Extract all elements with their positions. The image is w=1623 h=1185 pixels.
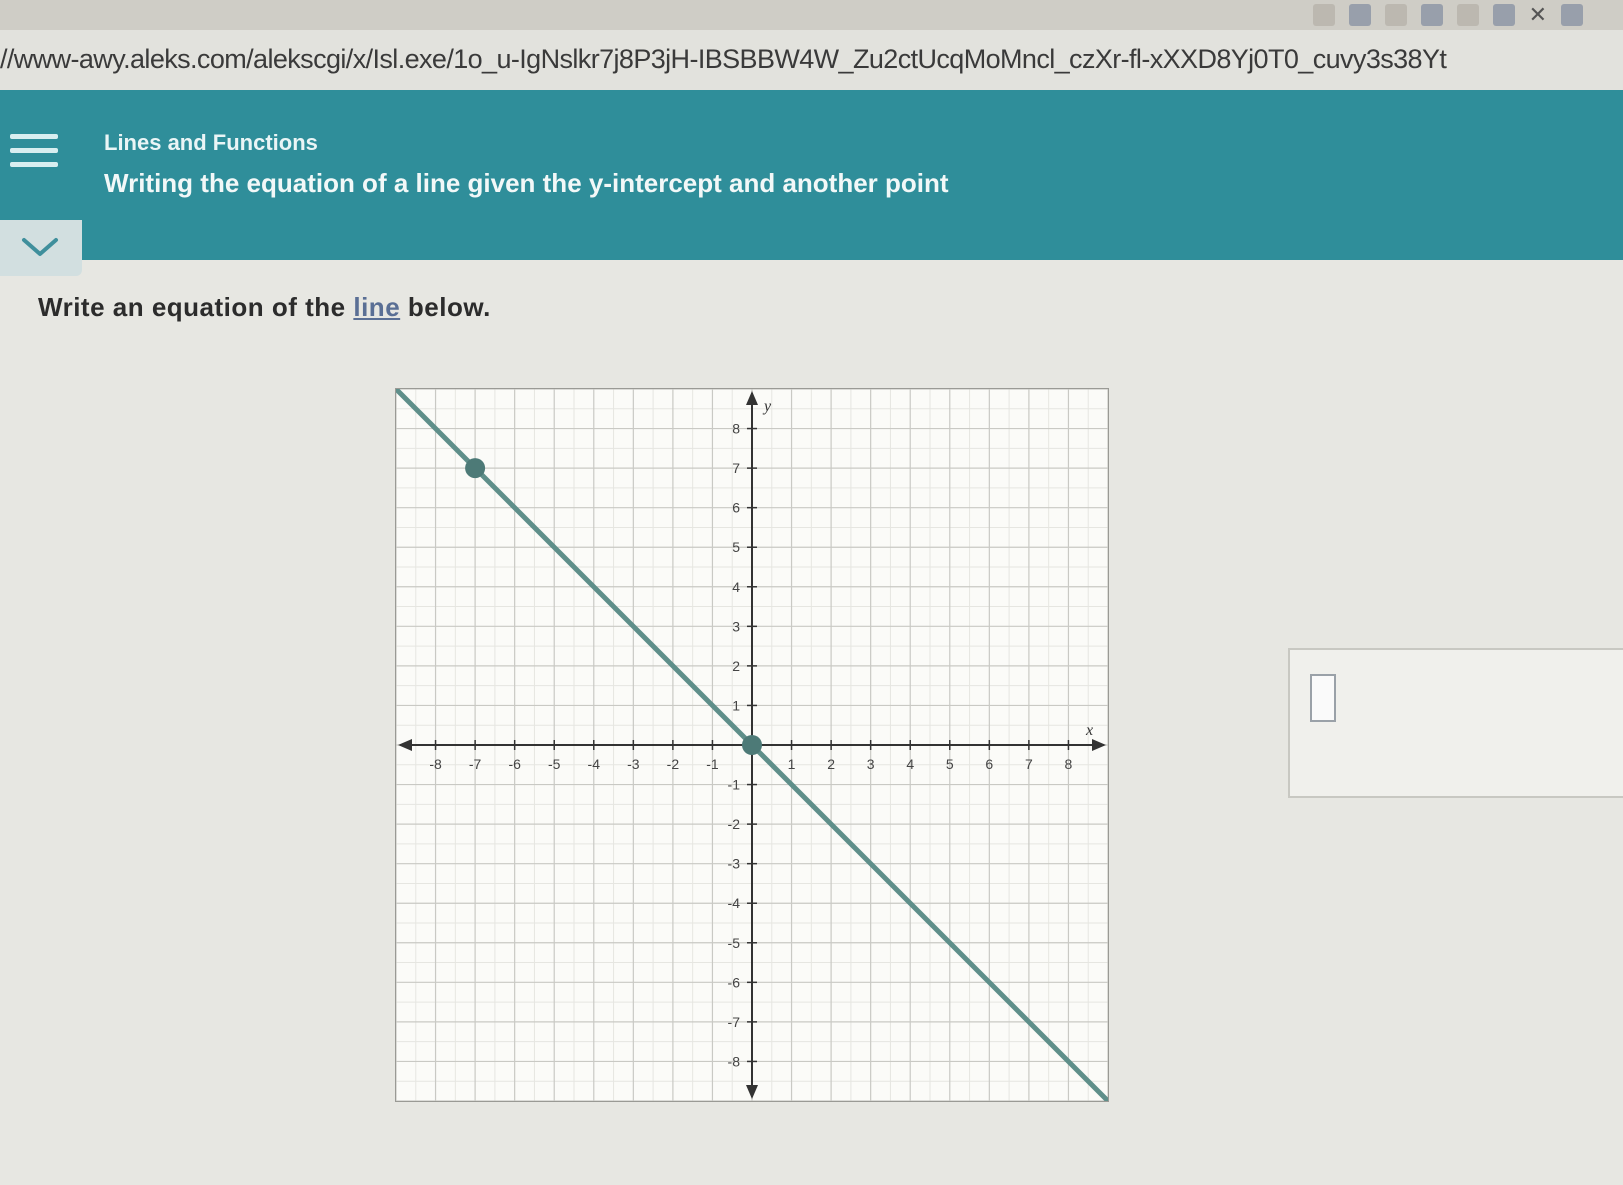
close-icon[interactable]: ✕: [1529, 4, 1547, 26]
y-tick-label: -2: [728, 816, 741, 832]
x-tick-label: 1: [788, 756, 796, 772]
collapse-button[interactable]: [0, 220, 82, 276]
y-tick-label: -4: [728, 895, 741, 911]
topic-header: Lines and Functions Writing the equation…: [0, 90, 1623, 260]
x-tick-label: 4: [906, 756, 914, 772]
y-tick-label: 2: [732, 658, 740, 674]
address-bar[interactable]: //www-awy.aleks.com/alekscgi/x/Isl.exe/1…: [0, 30, 1623, 91]
y-axis-arrow-up: [746, 391, 758, 405]
tab-favicon[interactable]: [1348, 4, 1371, 26]
x-tick-label: -2: [667, 756, 680, 772]
tab-favicon[interactable]: [1312, 4, 1335, 26]
topic-title: Lines and Functions: [104, 130, 318, 155]
x-tick-label: -6: [508, 756, 521, 772]
x-tick-label: -1: [706, 756, 719, 772]
tab-favicon[interactable]: [1561, 4, 1583, 26]
y-tick-label: -7: [728, 1014, 741, 1030]
menu-icon[interactable]: [10, 134, 58, 178]
y-tick-label: -5: [728, 935, 741, 951]
x-tick-label: 8: [1065, 756, 1073, 772]
answer-input[interactable]: [1310, 674, 1336, 722]
x-tick-label: -5: [548, 756, 561, 772]
x-axis-arrow-right: [1092, 739, 1106, 751]
chevron-down-icon: [22, 238, 58, 256]
y-tick-label: -8: [728, 1053, 741, 1069]
y-tick-label: -1: [728, 777, 741, 793]
y-tick-label: -3: [728, 856, 741, 872]
tab-favicon[interactable]: [1456, 4, 1479, 26]
tab-favicon[interactable]: [1420, 4, 1443, 26]
x-axis-arrow-left: [398, 739, 412, 751]
answer-panel: [1288, 648, 1623, 798]
x-tick-label: -7: [469, 756, 482, 772]
y-tick-label: 1: [732, 697, 740, 713]
tab-favicon[interactable]: [1384, 4, 1407, 26]
y-tick-label: -6: [728, 974, 741, 990]
coordinate-graph: -8 -7 -6 -5 -4 -3 -2 -1 1 2 3 4 5 6 7 8 8 7 6 5 4 3 2 1 -1 -2 -3 -4…: [395, 388, 1109, 1102]
graph-svg: -8 -7 -6 -5 -4 -3 -2 -1 1 2 3 4 5 6 7 8 8 7 6 5 4 3 2 1 -1 -2 -3 -4…: [396, 389, 1108, 1101]
y-tick-label: 8: [732, 421, 740, 437]
y-tick-label: 4: [732, 579, 740, 595]
x-tick-label: 5: [946, 756, 954, 772]
tab-favicon[interactable]: [1492, 4, 1515, 26]
browser-tab-strip: ✕: [0, 0, 1623, 30]
x-tick-label: -3: [627, 756, 640, 772]
y-tick-label: 7: [732, 460, 740, 476]
y-tick-label: 5: [732, 539, 740, 555]
question-suffix: below.: [400, 292, 491, 322]
x-tick-label: 3: [867, 756, 875, 772]
y-tick-label: 3: [732, 618, 740, 634]
y-axis-label: y: [762, 398, 772, 415]
plotted-point: [742, 735, 762, 755]
url-text[interactable]: //www-awy.aleks.com/alekscgi/x/Isl.exe/1…: [0, 44, 1623, 75]
plotted-point: [465, 458, 486, 479]
tab-icons: ✕: [1312, 4, 1583, 26]
x-tick-label: 6: [985, 756, 993, 772]
x-tick-label: 7: [1025, 756, 1033, 772]
x-tick-label: -8: [429, 756, 442, 772]
y-axis-arrow-down: [746, 1085, 758, 1099]
y-tick-label: 6: [732, 500, 740, 516]
question-text: Write an equation of the line below.: [38, 292, 491, 323]
x-tick-label: -4: [588, 756, 601, 772]
x-axis-label: x: [1085, 722, 1093, 739]
question-prefix: Write an equation of the: [38, 292, 354, 322]
topic-subtitle: Writing the equation of a line given the…: [104, 168, 949, 198]
x-tick-label: 2: [827, 756, 835, 772]
line-definition-link[interactable]: line: [353, 292, 400, 322]
